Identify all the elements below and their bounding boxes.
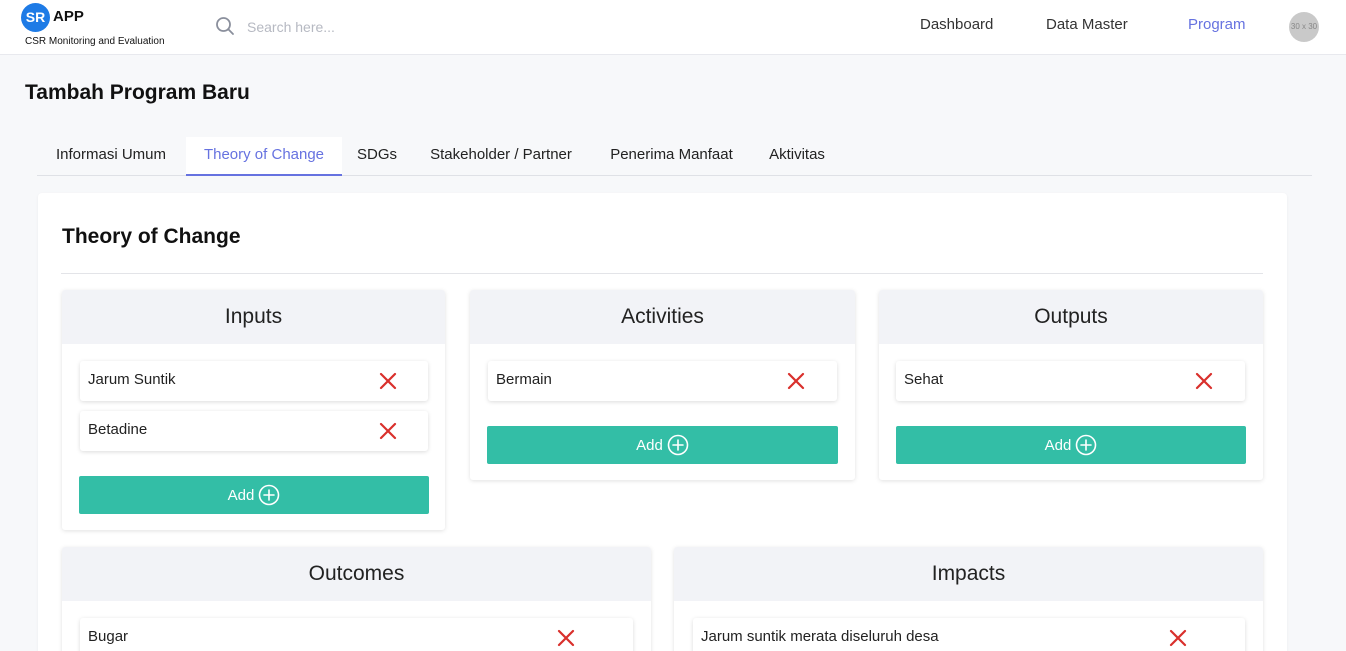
close-icon[interactable]	[1195, 372, 1213, 390]
plus-circle-icon	[667, 434, 689, 456]
add-button-label: Add	[636, 436, 663, 454]
tab-aktivitas[interactable]: Aktivitas	[761, 137, 833, 176]
tab-sdgs[interactable]: SDGs	[351, 137, 403, 176]
panel-title: Inputs	[62, 290, 445, 344]
tab-informasi-umum[interactable]: Informasi Umum	[37, 137, 185, 176]
close-icon[interactable]	[1169, 629, 1187, 647]
activities-panel: Activities Bermain Add	[470, 290, 855, 480]
item-label: Betadine	[88, 421, 148, 438]
tab-stakeholder-partner[interactable]: Stakeholder / Partner	[419, 137, 583, 176]
panel-title: Outcomes	[62, 547, 651, 601]
item-label: Bugar	[88, 628, 129, 645]
nav-program[interactable]: Program	[1188, 16, 1246, 33]
add-input-button[interactable]: Add	[79, 476, 429, 514]
impacts-panel: Impacts Jarum suntik merata diseluruh de…	[674, 547, 1263, 651]
close-icon[interactable]	[379, 422, 397, 440]
tab-bar: Informasi Umum Theory of Change SDGs Sta…	[37, 137, 1312, 176]
add-output-button[interactable]: Add	[896, 426, 1246, 464]
add-activity-button[interactable]: Add	[487, 426, 838, 464]
list-item: Betadine	[80, 411, 428, 451]
plus-circle-icon	[259, 484, 280, 506]
list-item: Bermain	[488, 361, 837, 401]
search-icon	[216, 17, 234, 35]
nav-dashboard[interactable]: Dashboard	[920, 16, 993, 33]
close-icon[interactable]	[379, 372, 397, 390]
divider	[61, 273, 1263, 274]
item-label: Jarum Suntik	[88, 371, 176, 388]
add-button-label: Add	[227, 486, 255, 504]
section-title: Theory of Change	[62, 225, 241, 248]
search-input[interactable]	[247, 16, 487, 38]
list-item: Bugar	[80, 618, 633, 651]
inputs-panel: Inputs Jarum Suntik Betadine Add	[62, 290, 445, 530]
plus-circle-icon	[1076, 434, 1097, 456]
logo-subtitle: CSR Monitoring and Evaluation	[25, 36, 165, 47]
close-icon[interactable]	[557, 629, 575, 647]
panel-title: Impacts	[674, 547, 1263, 601]
logo-name[interactable]: APP	[53, 8, 84, 25]
list-item: Jarum suntik merata diseluruh desa	[693, 618, 1245, 651]
add-button-label: Add	[1044, 436, 1072, 454]
logo-mark[interactable]: SR	[21, 3, 50, 32]
list-item: Jarum Suntik	[80, 361, 428, 401]
list-item: Sehat	[896, 361, 1245, 401]
item-label: Sehat	[904, 371, 944, 388]
avatar[interactable]: 30 x 30	[1289, 12, 1319, 42]
outcomes-panel: Outcomes Bugar	[62, 547, 651, 651]
panel-title: Outputs	[879, 290, 1263, 344]
outputs-panel: Outputs Sehat Add	[879, 290, 1263, 480]
tab-theory-of-change[interactable]: Theory of Change	[186, 137, 342, 176]
tab-penerima-manfaat[interactable]: Penerima Manfaat	[599, 137, 744, 176]
close-icon[interactable]	[787, 372, 805, 390]
panel-title: Activities	[470, 290, 855, 344]
page-title: Tambah Program Baru	[25, 81, 250, 104]
item-label: Bermain	[496, 371, 552, 388]
item-label: Jarum suntik merata diseluruh desa	[701, 628, 939, 645]
top-navbar: SR APP CSR Monitoring and Evaluation Das…	[0, 0, 1346, 55]
nav-data-master[interactable]: Data Master	[1046, 16, 1128, 33]
